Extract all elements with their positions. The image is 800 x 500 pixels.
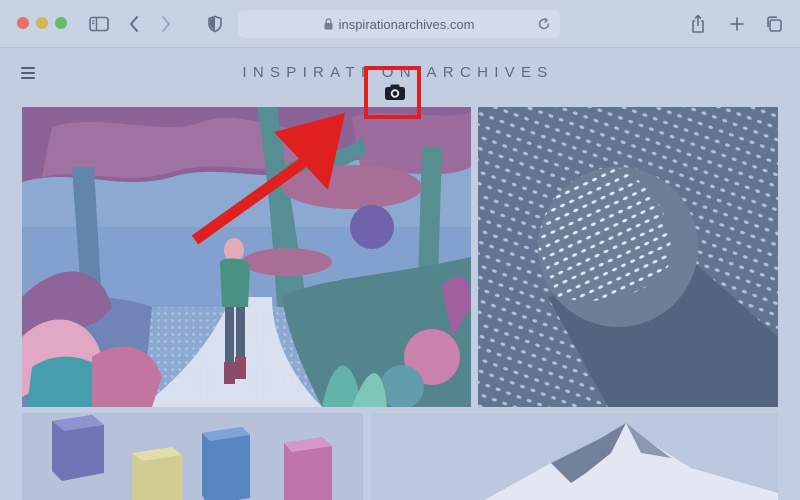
share-button[interactable] bbox=[686, 12, 710, 36]
zoom-window-button[interactable] bbox=[55, 17, 67, 29]
tab-overview-button[interactable] bbox=[762, 12, 786, 36]
sidebar-icon bbox=[89, 16, 109, 32]
back-icon bbox=[130, 16, 138, 32]
minimize-window-button[interactable] bbox=[36, 17, 48, 29]
camera-icon[interactable] bbox=[384, 83, 406, 101]
new-tab-button[interactable] bbox=[725, 12, 749, 36]
reload-icon[interactable] bbox=[537, 17, 551, 31]
share-icon bbox=[692, 14, 704, 33]
privacy-report-button[interactable] bbox=[204, 12, 226, 36]
browser-toolbar: inspirationarchives.com bbox=[0, 0, 800, 48]
url-text: inspirationarchives.com bbox=[338, 16, 475, 32]
menu-icon[interactable] bbox=[21, 67, 35, 79]
forward-button[interactable] bbox=[156, 12, 176, 36]
forward-icon bbox=[162, 16, 170, 32]
sidebar-toggle-button[interactable] bbox=[86, 12, 112, 36]
back-button[interactable] bbox=[124, 12, 144, 36]
snowy-mountain-image[interactable] bbox=[371, 413, 778, 500]
close-window-button[interactable] bbox=[17, 17, 29, 29]
lock-icon bbox=[324, 18, 333, 30]
colored-cubes-image[interactable] bbox=[22, 413, 363, 500]
tabs-icon bbox=[767, 16, 782, 32]
plus-icon bbox=[730, 17, 744, 31]
halftone-sphere-image[interactable] bbox=[478, 107, 778, 407]
address-bar[interactable]: inspirationarchives.com bbox=[238, 10, 560, 38]
shield-icon bbox=[208, 15, 222, 33]
forest-illustration-image[interactable] bbox=[22, 107, 471, 407]
